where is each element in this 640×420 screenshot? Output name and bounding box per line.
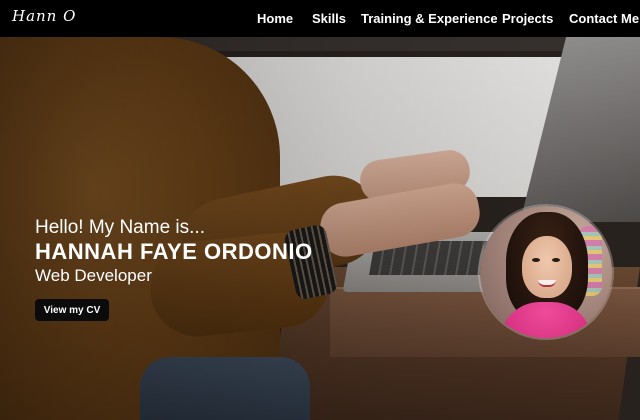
nav-link-home[interactable]: Home bbox=[257, 11, 293, 26]
avatar-eye-right bbox=[552, 258, 560, 262]
profile-avatar bbox=[480, 206, 612, 338]
nav-link-training-experience[interactable]: Training & Experience bbox=[361, 11, 498, 26]
avatar-face bbox=[522, 236, 572, 298]
hero-greeting: Hello! My Name is... bbox=[35, 217, 205, 238]
nav-link-projects[interactable]: Projects bbox=[502, 11, 553, 26]
nav-link-contact-me[interactable]: Contact Me bbox=[569, 11, 639, 26]
view-cv-button[interactable]: View my CV bbox=[35, 299, 109, 321]
nav-link-skills[interactable]: Skills bbox=[312, 11, 346, 26]
hero-job-title: Web Developer bbox=[35, 266, 152, 285]
site-logo[interactable]: Hann O bbox=[12, 7, 76, 25]
hero-section: Hello! My Name is... HANNAH FAYE ORDONIO… bbox=[0, 37, 640, 420]
avatar-eye-left bbox=[532, 258, 540, 262]
top-navbar: Hann O Home Skills Training & Experience… bbox=[0, 0, 640, 37]
hero-name: HANNAH FAYE ORDONIO bbox=[35, 239, 313, 264]
